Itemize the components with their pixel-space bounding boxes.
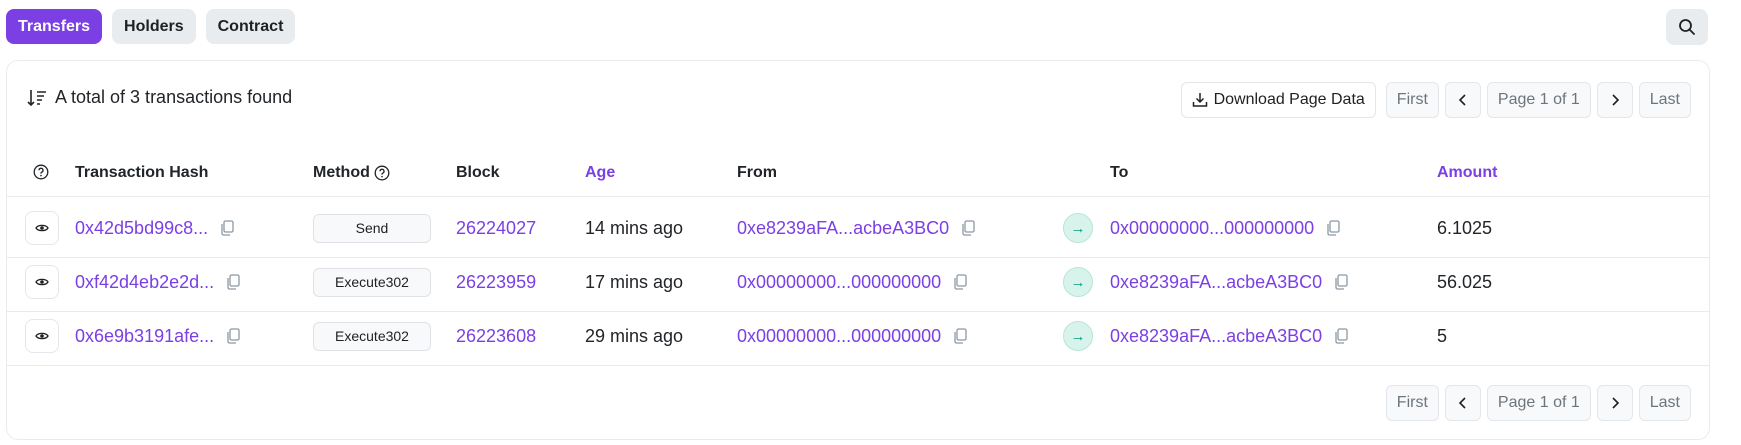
- download-page-data-button[interactable]: Download Page Data: [1180, 82, 1376, 118]
- tab-transfers[interactable]: Transfers: [6, 9, 103, 44]
- chevron-left-icon: [1458, 397, 1466, 409]
- table-row: 0x42d5bd99c8... Send 26224027 14 mins ag…: [7, 198, 1709, 258]
- prev-page-button[interactable]: [1444, 82, 1481, 118]
- transactions-card: A total of 3 transactions found Download…: [6, 60, 1710, 440]
- method-badge: Execute302: [313, 267, 431, 297]
- to-address-link[interactable]: 0x00000000...000000000: [1110, 218, 1314, 239]
- top-toolbar: Download Page Data First Page 1 of 1 Las…: [1180, 82, 1691, 118]
- help-circle-icon[interactable]: [374, 165, 390, 181]
- search-button[interactable]: [1666, 9, 1708, 45]
- column-amount[interactable]: Amount: [1437, 164, 1497, 182]
- age-value: 29 mins ago: [585, 325, 684, 346]
- table-row: 0xf42d4eb2e2d... Execute302 26223959 17 …: [7, 252, 1709, 312]
- view-details-button[interactable]: [25, 265, 59, 299]
- block-link[interactable]: 26223959: [456, 252, 536, 312]
- first-page-button[interactable]: First: [1385, 385, 1439, 421]
- chevron-left-icon: [1458, 94, 1466, 106]
- method-badge: Execute302: [313, 321, 431, 351]
- from-address-link[interactable]: 0xe8239aFA...acbeA3BC0: [737, 218, 949, 239]
- help-column[interactable]: [33, 164, 49, 180]
- copy-icon[interactable]: [226, 274, 240, 290]
- eye-icon: [35, 278, 49, 286]
- table-header: Transaction Hash Method Block Age From T…: [7, 149, 1709, 197]
- block-link[interactable]: 26223608: [456, 306, 536, 366]
- copy-icon[interactable]: [226, 328, 240, 344]
- eye-icon: [35, 332, 49, 340]
- column-method-label: Method: [313, 164, 370, 181]
- page-indicator: Page 1 of 1: [1486, 82, 1591, 118]
- eye-icon: [35, 224, 49, 232]
- from-address-link[interactable]: 0x00000000...000000000: [737, 326, 941, 347]
- from-address-link[interactable]: 0x00000000...000000000: [737, 272, 941, 293]
- transaction-hash-link[interactable]: 0x42d5bd99c8...: [75, 218, 208, 239]
- next-page-button[interactable]: [1596, 82, 1633, 118]
- table-row: 0x6e9b3191afe... Execute302 26223608 29 …: [7, 306, 1709, 366]
- next-page-button[interactable]: [1596, 385, 1633, 421]
- download-icon: [1192, 93, 1207, 107]
- copy-icon[interactable]: [1334, 274, 1348, 290]
- arrow-right-icon: →: [1063, 213, 1093, 243]
- age-value: 17 mins ago: [585, 271, 684, 292]
- help-circle-icon: [33, 164, 49, 180]
- copy-icon[interactable]: [1334, 328, 1348, 344]
- column-to: To: [1110, 164, 1129, 181]
- chevron-right-icon: [1612, 94, 1619, 106]
- method-badge: Send: [313, 213, 431, 243]
- summary-text: A total of 3 transactions found: [55, 87, 293, 107]
- copy-icon[interactable]: [220, 220, 234, 236]
- copy-icon[interactable]: [953, 274, 967, 290]
- arrow-right-icon: →: [1063, 321, 1093, 351]
- view-details-button[interactable]: [25, 319, 59, 353]
- prev-page-button[interactable]: [1444, 385, 1481, 421]
- arrow-right-icon: →: [1063, 267, 1093, 297]
- column-age[interactable]: Age: [585, 164, 615, 182]
- amount-value: 5: [1437, 325, 1448, 346]
- amount-value: 6.1025: [1437, 217, 1493, 238]
- block-link[interactable]: 26224027: [456, 198, 536, 258]
- view-details-button[interactable]: [25, 211, 59, 245]
- tab-holders[interactable]: Holders: [112, 9, 196, 44]
- tab-bar: Transfers Holders Contract: [6, 9, 296, 44]
- copy-icon[interactable]: [1326, 220, 1340, 236]
- column-from: From: [737, 164, 777, 181]
- last-page-button[interactable]: Last: [1638, 82, 1691, 118]
- column-block: Block: [456, 164, 500, 181]
- transaction-hash-link[interactable]: 0x6e9b3191afe...: [75, 326, 214, 347]
- copy-icon[interactable]: [961, 220, 975, 236]
- tab-contract[interactable]: Contract: [205, 9, 296, 44]
- column-transaction-hash: Transaction Hash: [75, 164, 209, 181]
- column-method: Method: [313, 164, 390, 182]
- transactions-summary: A total of 3 transactions found: [27, 87, 292, 108]
- to-address-link[interactable]: 0xe8239aFA...acbeA3BC0: [1110, 326, 1322, 347]
- sort-icon: [27, 89, 46, 106]
- transaction-hash-link[interactable]: 0xf42d4eb2e2d...: [75, 272, 214, 293]
- search-icon: [1679, 19, 1695, 35]
- download-label: Download Page Data: [1213, 91, 1365, 108]
- to-address-link[interactable]: 0xe8239aFA...acbeA3BC0: [1110, 272, 1322, 293]
- bottom-pagination: First Page 1 of 1 Last: [1385, 385, 1691, 421]
- last-page-button[interactable]: Last: [1638, 385, 1691, 421]
- amount-value: 56.025: [1437, 271, 1493, 292]
- chevron-right-icon: [1612, 397, 1619, 409]
- first-page-button[interactable]: First: [1385, 82, 1439, 118]
- age-value: 14 mins ago: [585, 217, 684, 238]
- copy-icon[interactable]: [953, 328, 967, 344]
- page-indicator: Page 1 of 1: [1486, 385, 1591, 421]
